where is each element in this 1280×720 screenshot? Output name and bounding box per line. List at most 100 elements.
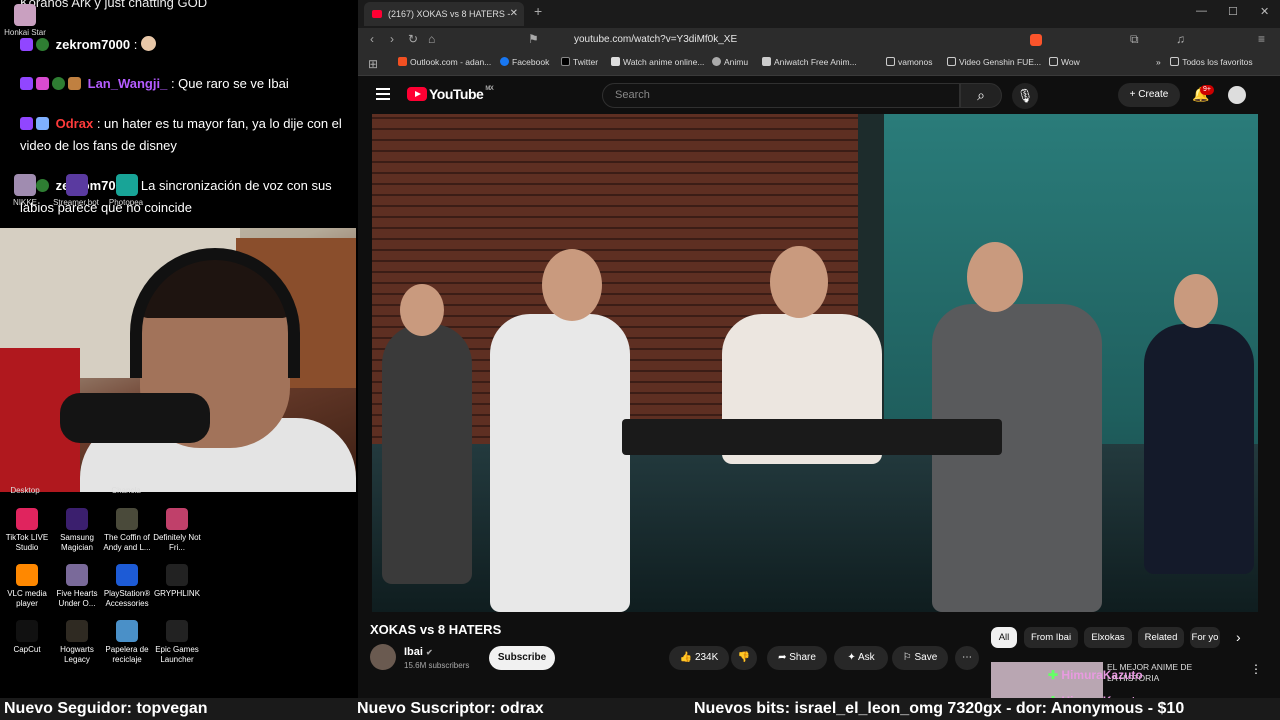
extension-icon[interactable]: ⧉ (1130, 32, 1139, 47)
stream-left-panel: Koranos Ark y just chatting GOD Honkai S… (0, 0, 358, 700)
animu-icon (712, 57, 721, 66)
reload-icon[interactable]: ↻ (408, 32, 418, 46)
bookmark-icon[interactable]: ⚑ (528, 32, 539, 46)
sparkle-badge-icon (36, 117, 49, 130)
like-count: 234K (694, 652, 719, 663)
bookmark-label: Animu (724, 57, 749, 67)
desktop-icon[interactable]: Samsung Magician (50, 508, 104, 553)
desktop-icon[interactable]: TikTok LIVE Studio (0, 508, 54, 553)
bookmark-wow[interactable]: Wow (1049, 57, 1080, 67)
new-tab-button[interactable]: + (534, 3, 542, 19)
save-button[interactable]: ⚐ Save (892, 646, 948, 670)
webcam-feed (0, 228, 356, 492)
desktop-icon[interactable]: Five Hearts Under O... (50, 564, 104, 609)
desktop-icon[interactable]: VLC media player (0, 564, 54, 609)
maximize-icon[interactable]: ☐ (1228, 5, 1238, 18)
bookmark-outlook[interactable]: Outlook.com - adan... (398, 57, 491, 67)
subscriber-count: 15.6M subscribers (404, 661, 470, 670)
search-placeholder: Search (615, 89, 650, 101)
thumbs-down-icon: 👎 (737, 652, 751, 663)
share-button[interactable]: ➦ Share (767, 646, 827, 670)
voice-search-button[interactable]: 🎙 (1012, 83, 1038, 109)
brave-shield-icon[interactable] (1030, 34, 1042, 46)
folder-icon (1170, 57, 1180, 66)
mini-icon-label: Photopea (108, 198, 144, 207)
browser-window: (2167) XOKAS vs 8 HATERS - ✕ + — ☐ ✕ ‹ ›… (358, 0, 1280, 700)
desktop-icon[interactable]: Hogwarts Legacy (50, 620, 104, 665)
desktop-icon-label: Definitely Not Fri... (153, 533, 201, 552)
close-window-icon[interactable]: ✕ (1260, 5, 1269, 18)
home-icon[interactable]: ⌂ (428, 32, 435, 46)
tab-youtube[interactable]: (2167) XOKAS vs 8 HATERS - ✕ (364, 2, 524, 26)
subscribe-button[interactable]: Subscribe (489, 646, 555, 670)
chat-message: Odrax : un hater es tu mayor fan, ya lo … (20, 113, 350, 157)
more-actions-button[interactable]: ⋯ (955, 646, 979, 670)
create-label: Create (1138, 89, 1169, 100)
honkai-star-icon (14, 4, 36, 26)
create-button[interactable]: + Create (1118, 83, 1180, 107)
app-icon (116, 620, 138, 642)
sub-badge-icon (36, 38, 49, 51)
desktop-label-cut: Desktop (10, 486, 40, 495)
youtube-header: YouTube MX Search ⌕ 🎙 + Create 🔔 9+ (358, 76, 1280, 114)
back-icon[interactable]: ‹ (370, 32, 374, 46)
close-icon[interactable]: ✕ (510, 2, 518, 26)
bookmark-watch-anime[interactable]: Watch anime online... (611, 57, 704, 67)
chip-elxokas[interactable]: Elxokas (1084, 627, 1132, 648)
outlook-icon (398, 57, 407, 66)
desktop-icon[interactable]: Definitely Not Fri... (150, 508, 204, 553)
bookmark-favorites[interactable]: » Todos los favoritos (1156, 57, 1253, 67)
desktop-icon[interactable]: CapCut (0, 620, 54, 655)
desktop-icon[interactable]: GRYPHLINK (150, 564, 204, 599)
bookmark-save-icon: ⚐ (902, 652, 912, 663)
forward-icon[interactable]: › (390, 32, 394, 46)
chip-all[interactable]: All (991, 627, 1017, 648)
bookmark-animu[interactable]: Animu (712, 57, 748, 67)
desktop-icon[interactable]: Papelera de reciclaje (100, 620, 154, 665)
video-person (382, 324, 472, 584)
search-button[interactable]: ⌕ (960, 83, 1002, 108)
bookmark-aniwatch[interactable]: Aniwatch Free Anim... (762, 57, 857, 67)
bookmark-genshin[interactable]: Video Genshin FUE... (947, 57, 1041, 67)
minimize-icon[interactable]: — (1196, 5, 1207, 17)
dislike-button[interactable]: 👎 (731, 646, 757, 670)
app-icon (16, 564, 38, 586)
aniwatch-icon (762, 57, 771, 66)
youtube-logo[interactable]: YouTube MX (407, 86, 494, 102)
apps-icon[interactable]: ⊞ (368, 57, 378, 71)
video-player[interactable] (372, 114, 1258, 612)
channel-name[interactable]: Ibai ✔ (404, 646, 433, 658)
chevron-right-icon[interactable]: › (1236, 629, 1241, 645)
address-bar[interactable]: youtube.com/watch?v=Y3diMf0k_XE (548, 30, 1018, 50)
like-button[interactable]: 👍 234K (669, 646, 729, 670)
youtube-play-icon (407, 87, 427, 101)
bookmark-twitter[interactable]: Twitter (561, 57, 598, 67)
more-vertical-icon[interactable]: ⋮ (1250, 662, 1262, 676)
ticker-follower: Nuevo Seguidor: topvegan (4, 700, 208, 717)
desktop-icon[interactable]: PlayStation® Accessories (100, 564, 154, 609)
menu-icon[interactable]: ≡ (1258, 32, 1265, 46)
desktop-icon[interactable]: The Coffin of Andy and L... (100, 508, 154, 553)
chat-username: zekrom7000 (55, 37, 131, 52)
browser-toolbar: ‹ › ↻ ⌂ ⚑ youtube.com/watch?v=Y3diMf0k_X… (358, 28, 1280, 52)
desktop-icons-area: Desktop Chancla TikTok LIVE Studio Samsun… (0, 486, 358, 700)
music-icon[interactable]: ♫ (1176, 32, 1185, 46)
bookmark-label: Wow (1061, 57, 1080, 67)
desktop-icon[interactable]: Epic Games Launcher (150, 620, 204, 665)
bookmark-facebook[interactable]: Facebook (500, 57, 549, 67)
chat-message-partial: Koranos Ark y just chatting GOD (20, 0, 208, 10)
channel-avatar[interactable] (370, 644, 396, 670)
chip-related[interactable]: Related (1138, 627, 1184, 648)
sub-badge-icon (52, 77, 65, 90)
chip-from-ibai[interactable]: From Ibai (1024, 627, 1078, 648)
account-avatar[interactable] (1228, 86, 1246, 104)
video-title: XOKAS vs 8 HATERS (370, 622, 502, 637)
hamburger-menu-icon[interactable] (376, 88, 390, 100)
alert-overlay-line: ✚ HimuraKazuto (1048, 668, 1143, 682)
search-input[interactable]: Search (602, 83, 960, 108)
bookmark-vamonos[interactable]: vamonos (886, 57, 933, 67)
bookmark-label: Todos los favoritos (1182, 57, 1253, 67)
chip-for-you[interactable]: For yo (1190, 627, 1220, 648)
ask-button[interactable]: ✦ Ask (834, 646, 888, 670)
region-label: MX (485, 86, 494, 92)
